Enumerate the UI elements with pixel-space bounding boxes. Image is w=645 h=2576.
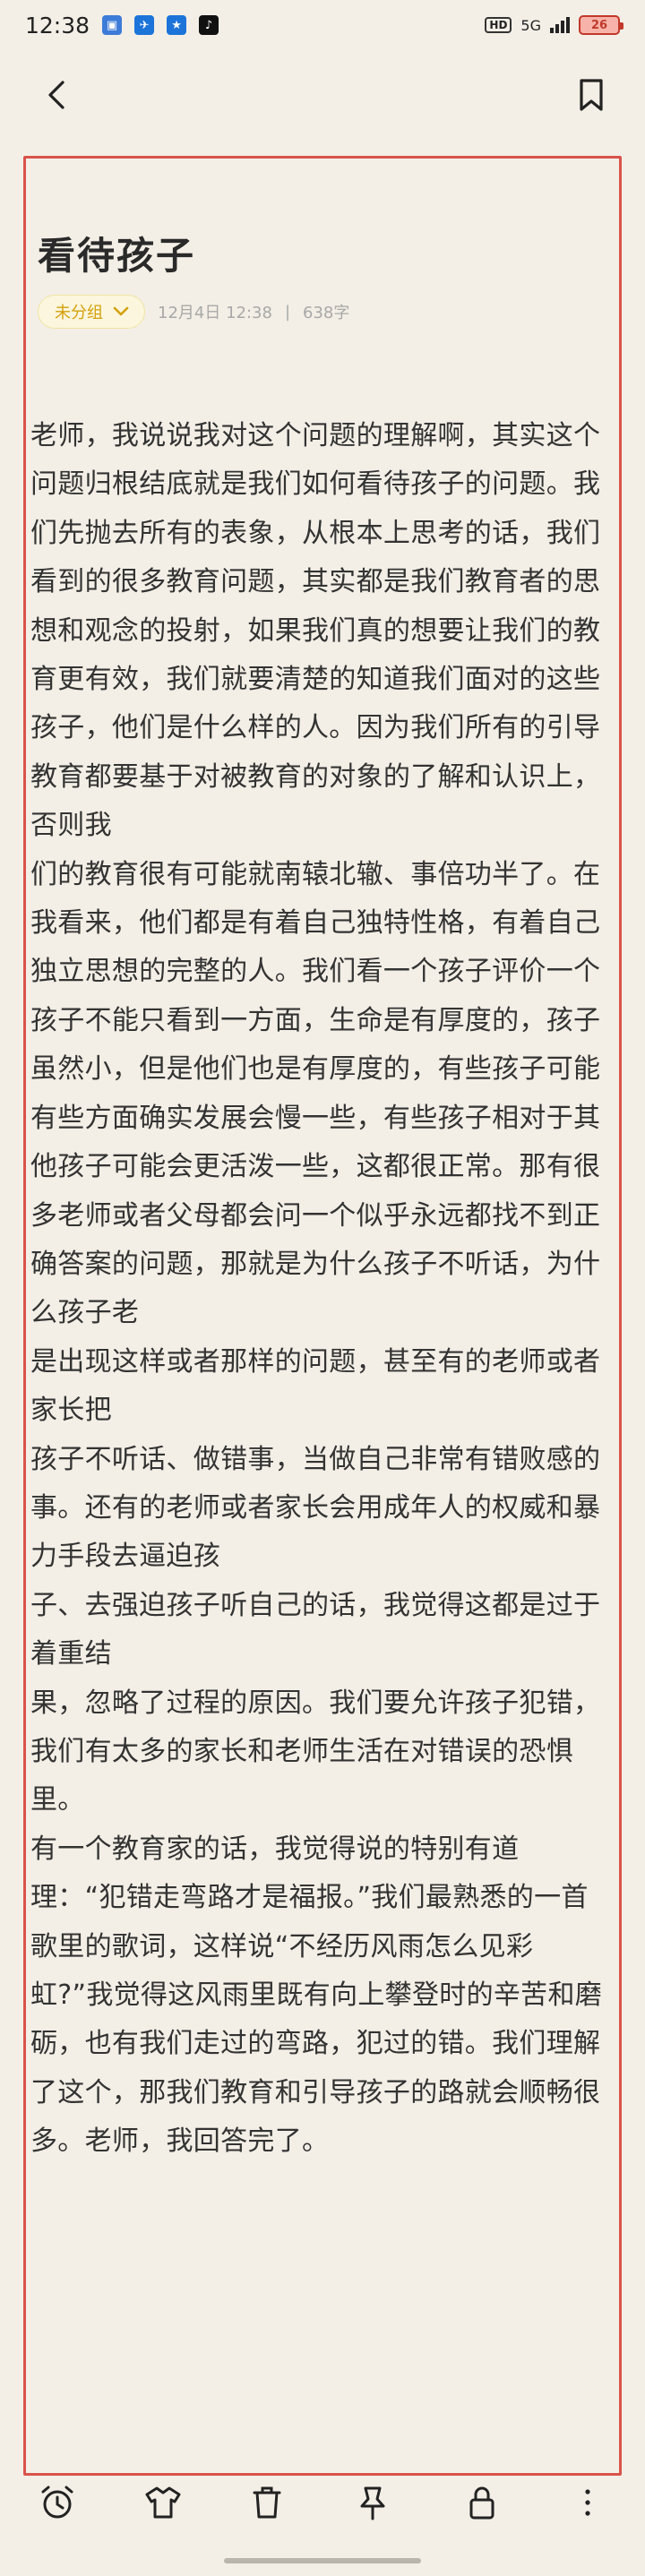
- reminder-button[interactable]: [36, 2481, 79, 2524]
- shirt-icon: [145, 2486, 181, 2519]
- more-button[interactable]: [566, 2481, 609, 2524]
- app-notification-icon: ★: [167, 15, 187, 35]
- app-notification-icon: ✈: [134, 15, 155, 35]
- more-vertical-icon: [585, 2489, 590, 2516]
- paragraph: 们的教育很有可能就南辕北辙、事倍功半了。在我看来，他们都是有着自己独特性格，有着…: [30, 858, 601, 1329]
- note-date: 12月4日 12:38: [158, 304, 272, 322]
- status-bar: 12:38 ▣ ✈ ★ ♪ HD 5G 26: [0, 0, 645, 50]
- nav-bar: [0, 63, 645, 127]
- battery-level: 26: [590, 18, 608, 32]
- signal-icon: [550, 17, 570, 33]
- home-indicator[interactable]: [224, 2558, 421, 2563]
- paragraph: 是出现这样或者那样的问题，甚至有的老师或者家长把: [30, 1345, 601, 1427]
- delete-button[interactable]: [245, 2481, 288, 2524]
- paragraph: 子、去强迫孩子听自己的话，我觉得这都是过于着重结: [30, 1589, 601, 1670]
- hd-icon: HD: [485, 17, 512, 33]
- lock-button[interactable]: [460, 2481, 503, 2524]
- chevron-down-icon: [113, 306, 129, 316]
- group-selector[interactable]: 未分组: [38, 295, 145, 329]
- network-type: 5G: [520, 16, 541, 34]
- skin-button[interactable]: [142, 2481, 185, 2524]
- battery-icon: 26: [579, 15, 624, 35]
- note-title[interactable]: 看待孩子: [38, 226, 195, 280]
- char-count: 638字: [303, 304, 350, 322]
- status-time: 12:38: [25, 12, 90, 39]
- note-meta: 未分组 12月4日 12:38 | 638字: [38, 294, 349, 330]
- chevron-left-icon: [48, 81, 64, 109]
- bookmark-icon: [580, 79, 603, 111]
- status-right: HD 5G 26: [485, 15, 624, 35]
- back-button[interactable]: [36, 73, 79, 116]
- group-label: 未分组: [55, 304, 103, 322]
- note-body[interactable]: 老师，我说说我对这个问题的理解啊，其实这个问题归根结底就是我们如何看待孩子的问题…: [30, 412, 615, 2167]
- bookmark-button[interactable]: [570, 73, 613, 116]
- pin-icon: [360, 2486, 385, 2520]
- paragraph: 果，忽略了过程的原因。我们要允许孩子犯错，我们有太多的家长和老师生活在对错误的恐…: [30, 1687, 601, 1816]
- alarm-clock-icon: [41, 2486, 73, 2519]
- paragraph: 有一个教育家的话，我觉得说的特别有道理：“犯错走弯路才是福报。”我们最熟悉的一首…: [30, 1833, 603, 2158]
- status-left: 12:38 ▣ ✈ ★ ♪: [25, 13, 219, 39]
- trash-icon: [253, 2486, 281, 2519]
- lock-icon: [469, 2486, 494, 2520]
- bottom-toolbar: [0, 2481, 645, 2535]
- app-notification-icon: ▣: [102, 15, 123, 35]
- pin-button[interactable]: [351, 2481, 394, 2524]
- meta-separator: |: [284, 302, 291, 322]
- tiktok-icon: ♪: [199, 15, 219, 35]
- paragraph: 孩子不听话、做错事，当做自己非常有错败感的事。还有的老师或者家长会用成年人的权威…: [30, 1443, 601, 1573]
- paragraph: 老师，我说说我对这个问题的理解啊，其实这个问题归根结底就是我们如何看待孩子的问题…: [30, 420, 601, 842]
